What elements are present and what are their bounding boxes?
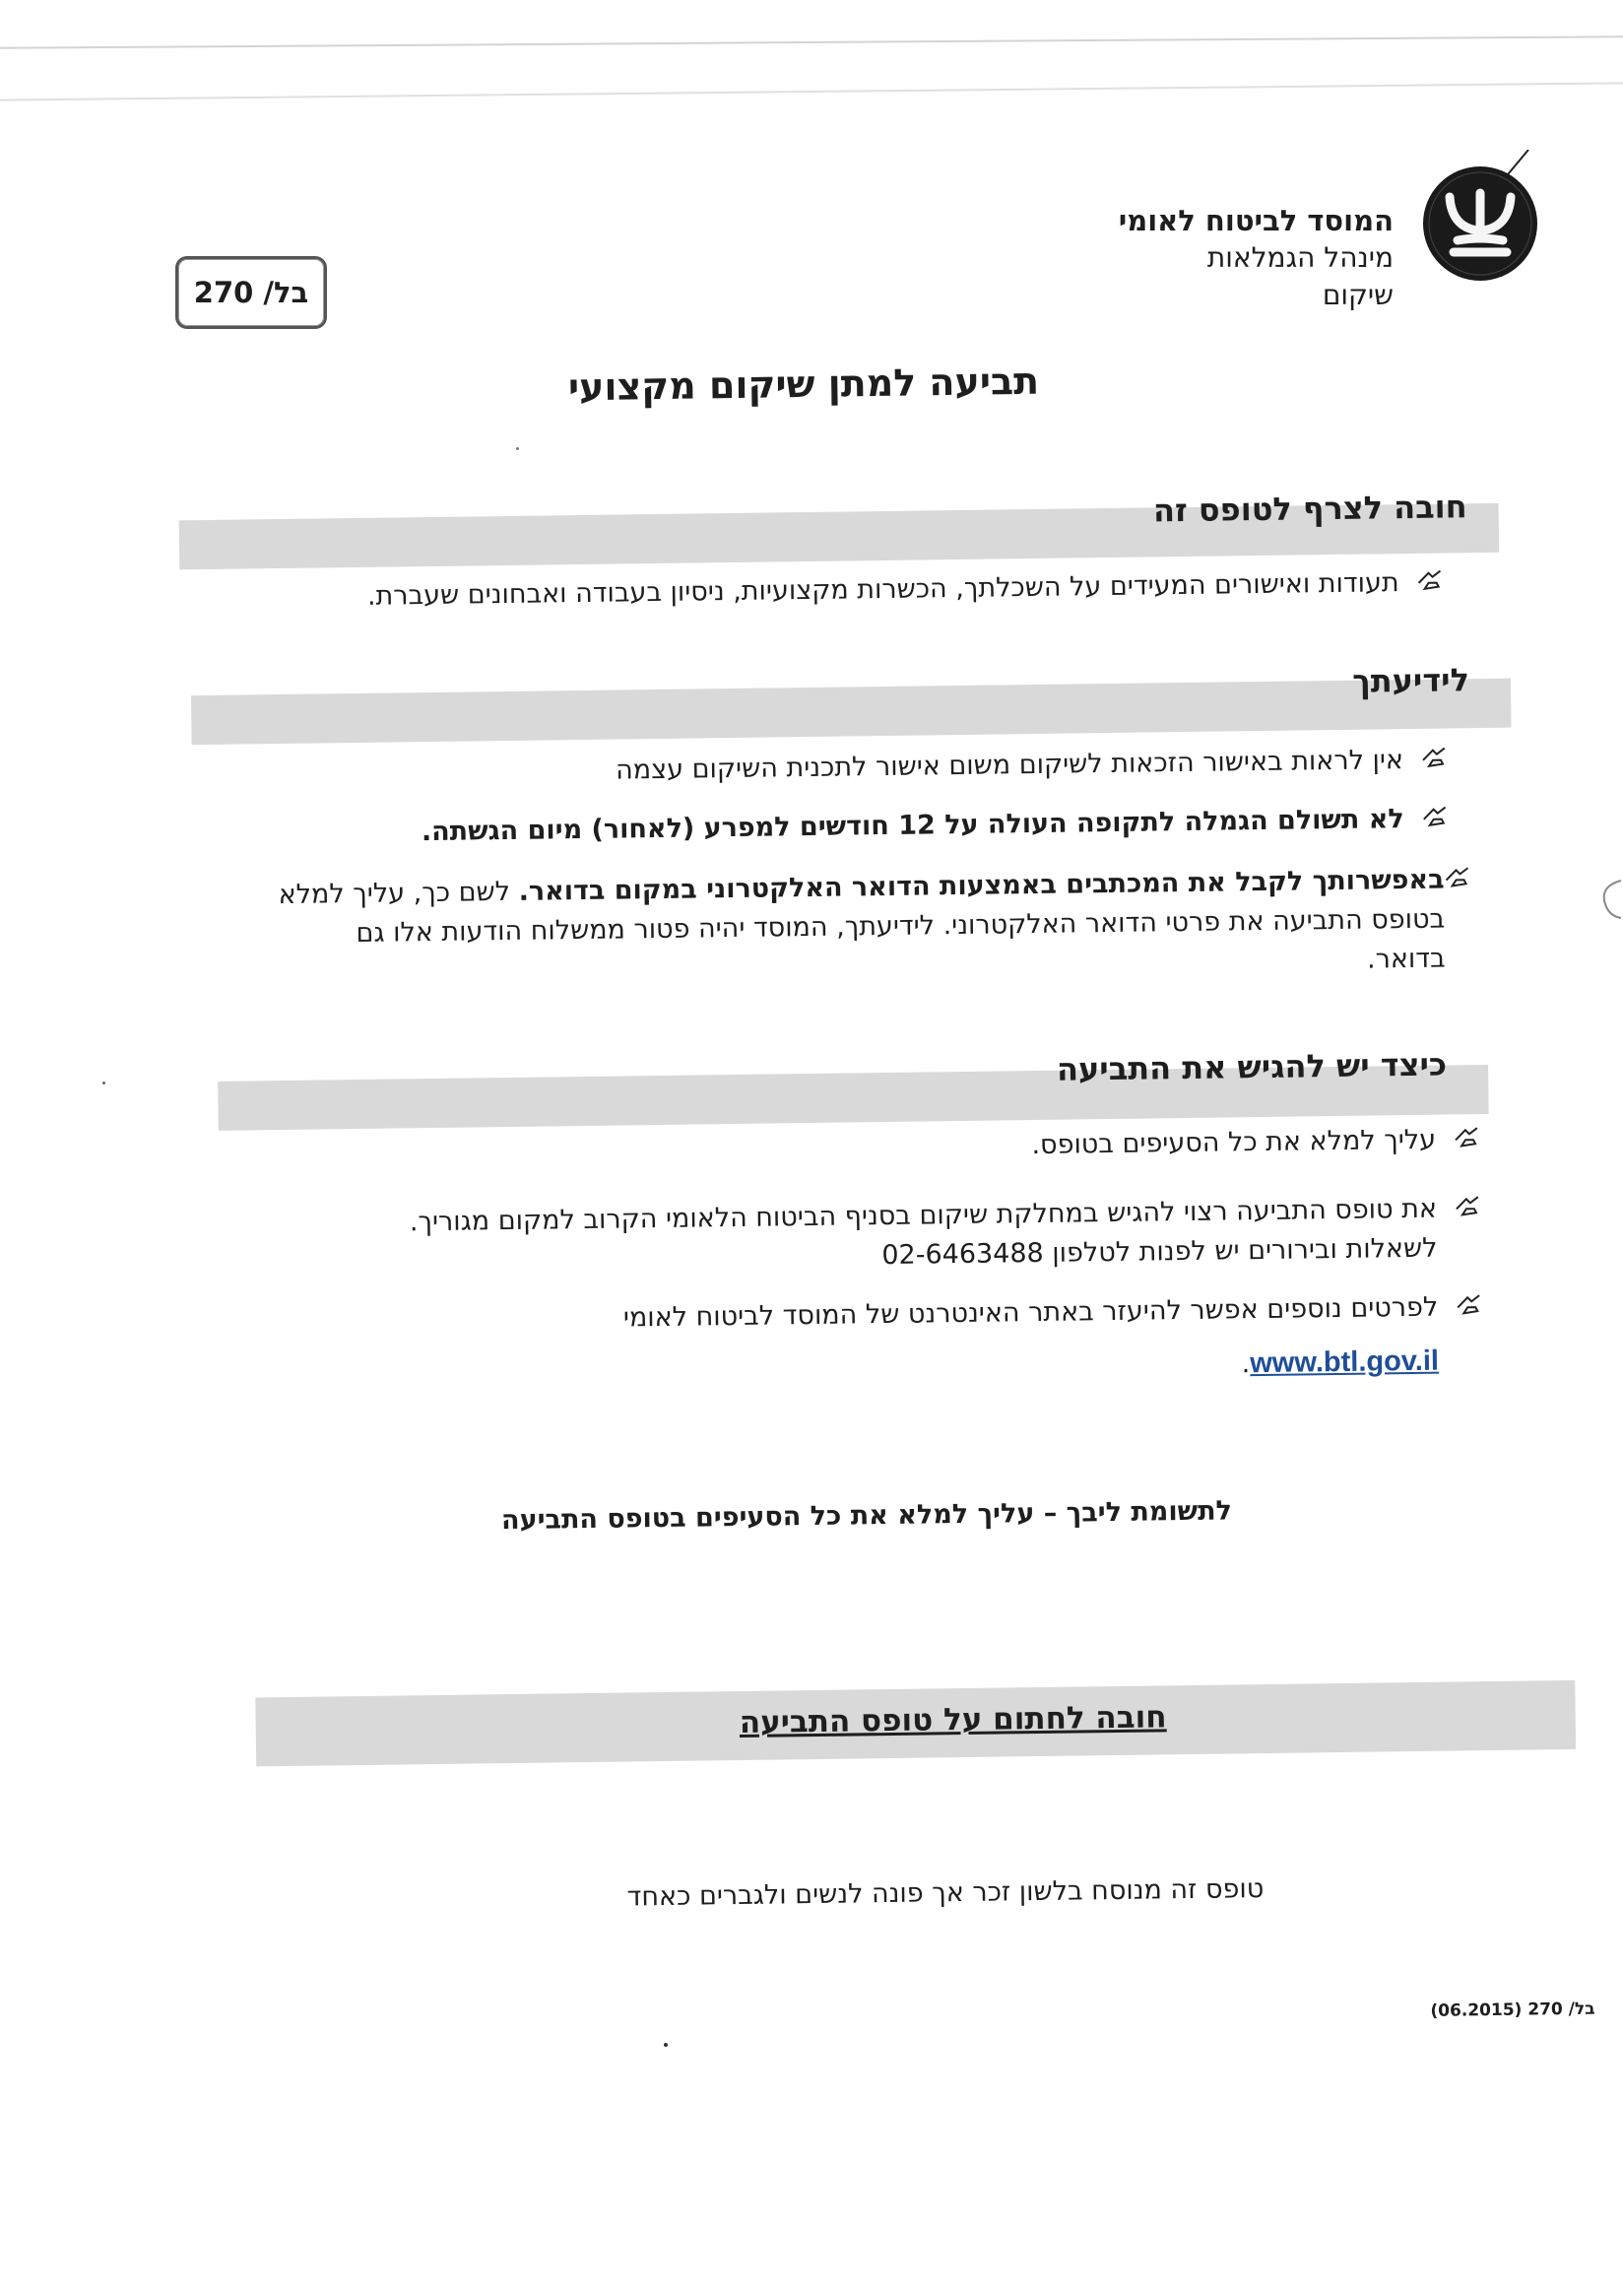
section-title-attach: חובה לצרף לטופס זה — [1152, 488, 1467, 530]
btl-website-link[interactable]: www.btl.gov.il — [1250, 1345, 1439, 1380]
submit-item-1: עליך למלא את כל הסעיפים בטופס. — [353, 1121, 1478, 1174]
pointing-hand-icon — [1422, 747, 1446, 768]
document-page: המוסד לביטוח לאומי מינהל הגמלאות שיקום ב… — [0, 0, 1623, 2285]
attach-item-text: תעודות ואישורים המעידים על השכלתך, הכשרו… — [366, 567, 1399, 612]
pointing-hand-icon — [1457, 1294, 1480, 1315]
info-item-3: באפשרותך לקבל את המכתבים באמצעות הדואר ה… — [272, 861, 1469, 995]
info-item-3-bold: באפשרותך לקבל את המכתבים באמצעות הדואר ה… — [518, 864, 1445, 907]
pointing-hand-icon — [1455, 1127, 1478, 1148]
info-item-2: לא תשולם הגמלה לתקופה העולה על 12 חודשים… — [321, 800, 1447, 853]
submit-item-3-link-line: www.btl.gov.il. — [336, 1342, 1439, 1397]
submit-item-3-text: לפרטים נוספים אפשר להיעזר באתר האינטרנט … — [622, 1291, 1439, 1334]
footer-form-code: בל/ 270 (06.2015) — [1430, 1999, 1595, 2021]
submit-item-2: את טופס התביעה רצוי להגיש במחלקת שיקום ב… — [314, 1190, 1479, 1283]
scan-speck — [664, 2043, 668, 2047]
pointing-hand-icon — [1417, 569, 1442, 591]
gender-note: טופס זה מנוסח בלשון זכר אך פונה לנשים ול… — [626, 1873, 1265, 1913]
pointing-hand-icon — [1423, 806, 1447, 827]
section-title-submit: כיצד יש להגיש את התביעה — [1056, 1045, 1448, 1088]
info-item-1-text: אין לראות באישור הזכאות לשיקום משום אישו… — [615, 745, 1404, 786]
pointing-hand-icon — [1456, 1196, 1479, 1216]
section-title-info: לידיעתך — [1351, 661, 1470, 700]
info-item-1: אין לראות באישור הזכאות לשיקום משום אישו… — [320, 741, 1446, 794]
submit-item-1-text: עליך למלא את כל הסעיפים בטופס. — [1031, 1124, 1437, 1161]
section-bar-info — [191, 678, 1512, 746]
submit-item-3: לפרטים נוספים אפשר להיעזר באתר האינטרנט … — [335, 1288, 1480, 1397]
scan-speck — [516, 447, 519, 450]
attention-note: לתשומת ליבך – עליך למלא את כל הסעיפים בט… — [500, 1495, 1233, 1537]
info-item-2-text: לא תשולם הגמלה לתקופה העולה על 12 חודשים… — [421, 804, 1404, 848]
pointing-hand-icon — [1445, 867, 1469, 887]
attach-item: תעודות ואישורים המעידים על השכלתך, הכשרו… — [295, 563, 1442, 618]
punch-hole-mark — [1602, 880, 1622, 919]
scan-speck — [102, 1082, 105, 1084]
document-body: חובה לצרף לטופס זה תעודות ואישורים המעיד… — [0, 0, 1623, 2296]
